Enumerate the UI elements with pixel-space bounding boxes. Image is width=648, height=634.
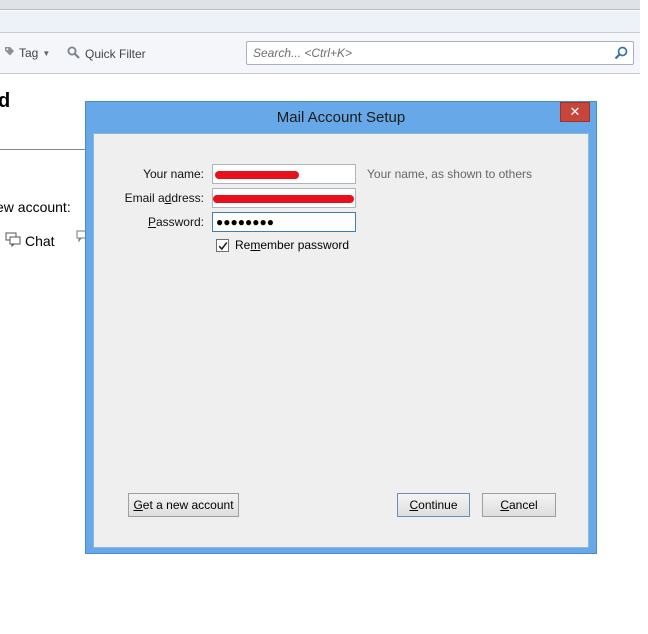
- tab-bar: [0, 11, 640, 33]
- dialog-title: Mail Account Setup: [276, 109, 406, 126]
- tag-icon: [4, 46, 15, 60]
- checkmark-icon: [218, 241, 228, 250]
- account-page-heading: d: [0, 90, 11, 112]
- remember-password-label: Remember password: [235, 238, 350, 252]
- create-new-account-text: ew account:: [0, 199, 71, 215]
- quick-filter-toolbar: Tag ▼ Quick Filter: [0, 33, 640, 74]
- tag-button[interactable]: Tag ▼: [4, 46, 50, 60]
- tag-label: Tag: [19, 46, 39, 60]
- redaction-mark: [213, 195, 354, 203]
- password-input[interactable]: ●●●●●●●●: [216, 215, 274, 229]
- chat-label: Chat: [25, 233, 55, 249]
- close-icon: ✕: [569, 104, 581, 119]
- name-field[interactable]: [212, 164, 356, 184]
- close-button[interactable]: ✕: [560, 102, 590, 122]
- name-hint: Your name, as shown to others: [367, 167, 532, 181]
- remember-password-checkbox[interactable]: [216, 238, 229, 252]
- dropdown-caret-icon: ▼: [42, 48, 51, 58]
- chat-account-button[interactable]: Chat: [5, 232, 55, 250]
- email-field[interactable]: [212, 188, 356, 208]
- get-new-account-button[interactable]: Get a new account: [128, 493, 239, 517]
- redaction-mark: [215, 171, 299, 179]
- window-top-strip: [0, 0, 640, 10]
- search-box[interactable]: [246, 41, 634, 65]
- search-icon[interactable]: [614, 46, 628, 63]
- remember-password-checkbox-row[interactable]: Remember password: [216, 238, 349, 252]
- password-label: Password:: [147, 215, 204, 229]
- password-field[interactable]: ●●●●●●●●: [212, 212, 356, 232]
- quick-filter-button[interactable]: Quick Filter: [67, 46, 146, 62]
- name-label: Your name:: [143, 167, 204, 181]
- search-input[interactable]: [253, 45, 603, 61]
- dialog-body: Your name: Your name, as shown to others…: [93, 133, 589, 548]
- mail-account-setup-dialog: Mail Account Setup ✕ Your name: Your nam…: [85, 101, 597, 554]
- divider: [0, 149, 86, 150]
- continue-button[interactable]: Continue: [397, 493, 470, 517]
- quick-filter-label: Quick Filter: [85, 47, 146, 61]
- search-icon: [67, 46, 80, 62]
- email-label: Email address:: [124, 191, 204, 205]
- cancel-button[interactable]: Cancel: [482, 493, 556, 517]
- chat-icon: [5, 232, 21, 250]
